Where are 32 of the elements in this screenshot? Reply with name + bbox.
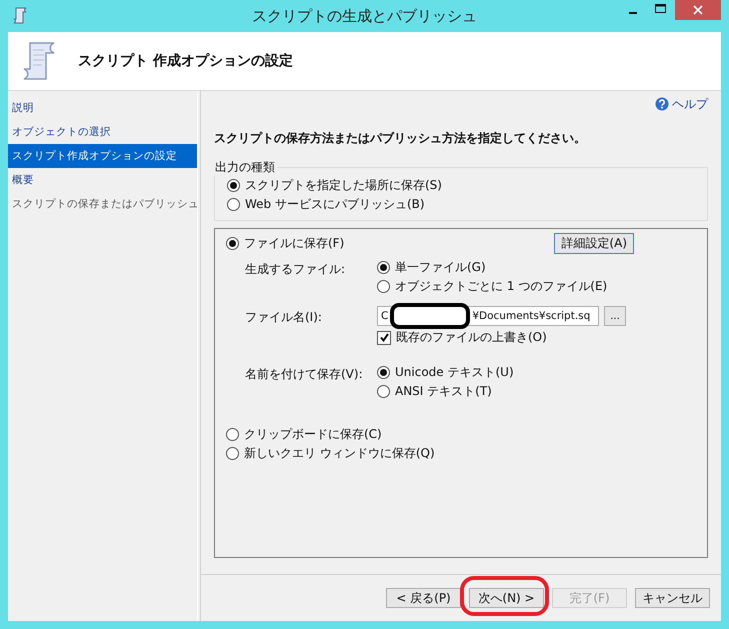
scroll-icon xyxy=(12,7,28,25)
help-icon xyxy=(655,97,669,111)
overwrite-checkbox[interactable]: 既存のファイルの上書き(O) xyxy=(377,328,626,347)
wizard-button[interactable]: キャンセル xyxy=(635,588,710,608)
checkbox[interactable] xyxy=(377,330,391,344)
help-link[interactable]: ヘルプ xyxy=(655,94,708,114)
step-item[interactable]: オブジェクトの選択 xyxy=(8,120,197,144)
wizard-button[interactable]: < 戻る(P) xyxy=(386,588,461,608)
radio-option[interactable]: スクリプトを指定した場所に保存(S) xyxy=(227,176,707,195)
radio-option[interactable]: ファイルに保存(F) xyxy=(226,234,344,253)
radio-option[interactable]: Web サービスにパブリッシュ(B) xyxy=(227,195,707,214)
radio-option[interactable]: クリップボードに保存(C) xyxy=(226,425,382,444)
field-label: 生成するファイル: xyxy=(245,261,346,278)
browse-button[interactable]: ... xyxy=(604,306,626,326)
step-item[interactable]: 説明 xyxy=(8,96,197,120)
step-item[interactable]: スクリプト作成オプションの設定 xyxy=(8,144,197,168)
step-item[interactable]: 概要 xyxy=(8,168,197,192)
field-label: ファイル名(I): xyxy=(245,309,323,326)
field-label: 名前を付けて保存(V): xyxy=(245,366,364,383)
window-title: スクリプトの生成とパブリッシュ xyxy=(252,7,477,26)
instruction-text: スクリプトの保存方法またはパブリッシュ方法を指定してください。 xyxy=(214,130,587,147)
close-icon[interactable] xyxy=(675,0,721,20)
advanced-settings-button[interactable]: 詳細設定(A) xyxy=(554,233,634,254)
radio-option[interactable]: 単一ファイル(G) xyxy=(377,258,608,277)
page-title: スクリプト 作成オプションの設定 xyxy=(78,52,293,70)
radio-option[interactable]: Unicode テキスト(U) xyxy=(377,363,514,382)
radio-option[interactable]: ANSI テキスト(T) xyxy=(377,382,514,401)
radio-option[interactable]: 新しいクエリ ウィンドウに保存(Q) xyxy=(226,444,435,463)
file-name-field[interactable]: C ¥Documents¥script.sq xyxy=(377,306,599,326)
wizard-button[interactable]: 次へ(N) > xyxy=(469,588,544,608)
group-legend: 出力の種類 xyxy=(213,159,277,176)
radio-option[interactable]: オブジェクトごとに 1 つのファイル(E) xyxy=(377,277,608,296)
